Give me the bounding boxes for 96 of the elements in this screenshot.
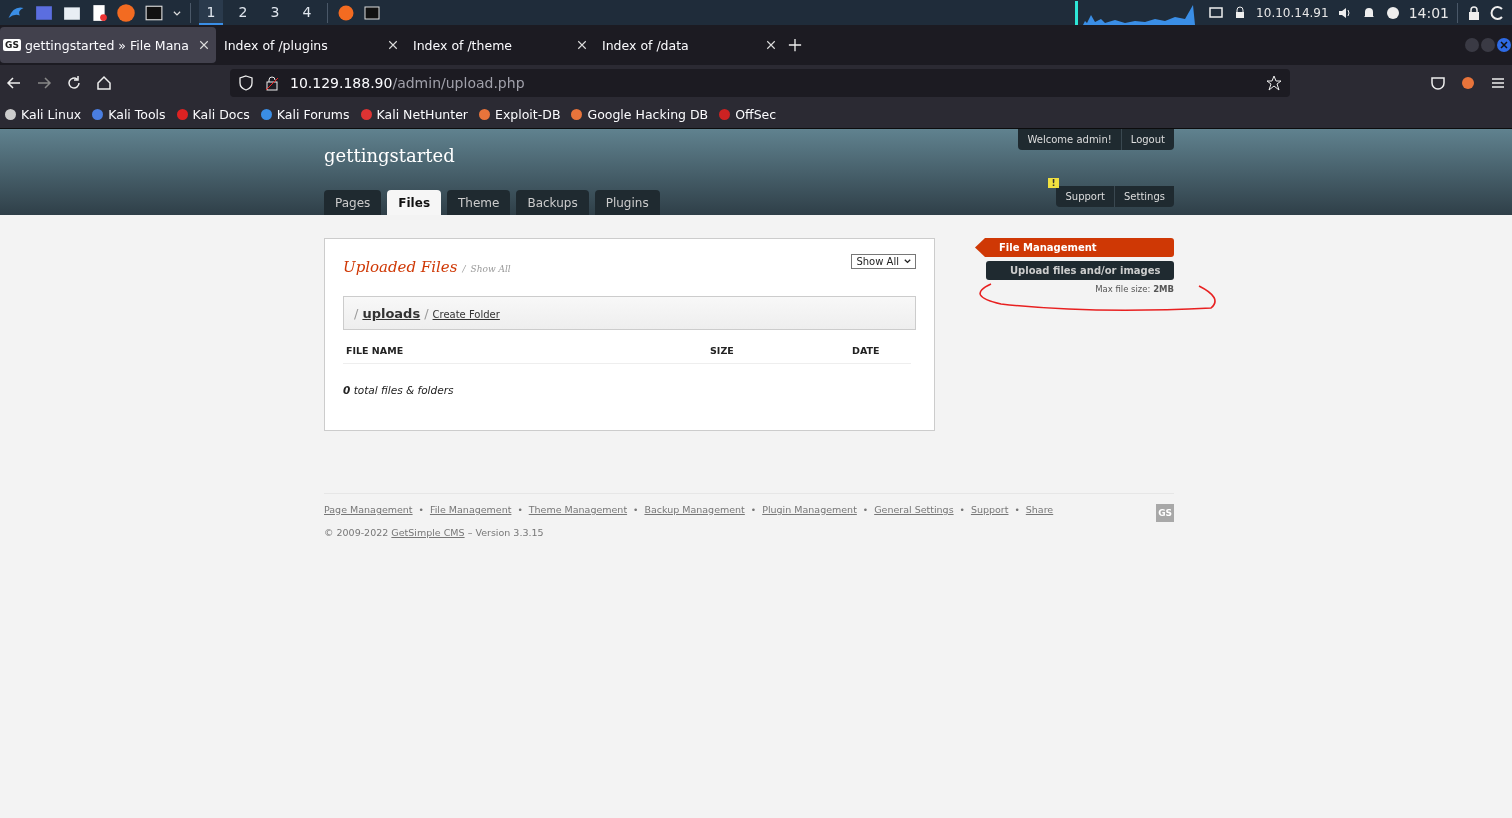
close-icon[interactable] <box>387 39 399 51</box>
lock-icon <box>264 75 280 91</box>
ip-address: 10.10.14.91 <box>1256 5 1329 20</box>
bookmark-icon <box>359 108 373 121</box>
panel-title: Uploaded Files / Show All <box>343 257 511 276</box>
column-header: SIZE <box>710 345 735 356</box>
bullet: • <box>959 504 965 515</box>
sidebar-item[interactable]: File Management <box>975 238 1174 257</box>
header-link[interactable]: Welcome admin! <box>1018 129 1121 150</box>
url-text: 10.129.188.90/admin/upload.php <box>290 75 525 91</box>
workspace-tab[interactable]: 2 <box>231 0 255 25</box>
browser-tab[interactable]: Index of /data <box>599 27 783 63</box>
workspace-tab[interactable]: 4 <box>295 0 319 25</box>
footer-link[interactable]: Plugin Management <box>762 504 857 515</box>
footer-link[interactable]: General Settings <box>874 504 954 515</box>
header-link[interactable]: Support <box>1056 186 1114 207</box>
monitor-icon[interactable] <box>1208 4 1225 21</box>
bookmark[interactable]: Kali Tools <box>91 107 166 122</box>
column-header: DATE <box>852 345 881 356</box>
back-icon[interactable] <box>6 75 22 91</box>
copyright-text: © 2009-2022 <box>324 527 389 538</box>
browser-tab[interactable]: Index of /plugins <box>221 27 405 63</box>
tab-title: Index of /data <box>602 37 690 53</box>
create-folder-link[interactable]: Create Folder <box>432 308 500 320</box>
alert-badge: ! <box>1048 178 1059 188</box>
tab-title: gettingstarted » File Mana <box>24 37 190 53</box>
bookmark[interactable]: Kali Forums <box>259 107 350 122</box>
plus-icon[interactable] <box>788 38 802 52</box>
forward-icon[interactable] <box>36 75 52 91</box>
footer-logo: GS <box>1156 504 1174 522</box>
address-bar[interactable]: 10.129.188.90/admin/upload.php <box>230 69 1290 97</box>
bullet: • <box>517 504 523 515</box>
bookmark-icon <box>718 108 732 121</box>
bookmark-icon <box>4 108 17 121</box>
bookmark-icon <box>259 108 273 121</box>
browser-tab[interactable]: GS gettingstarted » File Mana <box>0 27 216 63</box>
nav-tab[interactable]: Files <box>387 190 442 215</box>
bullet: • <box>750 504 757 515</box>
column-header: FILE NAME <box>346 345 405 356</box>
max-file-size: Max file size: 2MB <box>1094 284 1174 294</box>
bookmark[interactable]: Kali NetHunter <box>359 107 468 122</box>
bookmark-icon <box>175 108 189 121</box>
nav-tab[interactable]: Pages <box>324 190 382 215</box>
terminal-icon[interactable] <box>364 4 380 21</box>
footer-link[interactable]: File Management <box>429 504 512 515</box>
browser-tab[interactable]: Index of /theme <box>410 27 594 63</box>
breadcrumb-separator: / <box>424 305 429 321</box>
sidebar-item[interactable]: Upload files and/or images <box>986 261 1174 280</box>
pocket-icon[interactable] <box>1430 75 1446 91</box>
workspace-tab[interactable]: 1 <box>199 0 223 25</box>
workspace-tab[interactable]: 3 <box>263 0 287 25</box>
tab-title: Index of /plugins <box>224 37 329 53</box>
footer-link[interactable]: Support <box>970 504 1009 515</box>
star-icon[interactable] <box>1266 75 1282 91</box>
bookmark-icon <box>478 108 491 121</box>
close-icon[interactable] <box>765 39 777 51</box>
bullet: • <box>862 504 869 515</box>
chevron-down-icon <box>903 257 912 266</box>
clock: 14:01 <box>1408 4 1449 21</box>
folder-link[interactable]: uploads <box>362 305 421 321</box>
document-icon[interactable] <box>90 3 108 22</box>
bookmark[interactable]: Google Hacking DB <box>570 107 709 122</box>
version-text: – Version 3.3.15 <box>467 527 544 538</box>
header-link[interactable]: Settings <box>1114 186 1174 207</box>
nav-tab[interactable]: Backups <box>516 190 589 215</box>
bullet: • <box>418 504 424 515</box>
filter-select[interactable]: Show All <box>851 254 916 269</box>
bookmark-icon <box>570 108 584 121</box>
close-icon[interactable] <box>198 39 210 51</box>
tab-title: Index of /theme <box>413 37 513 53</box>
reload-icon[interactable] <box>66 75 82 91</box>
lock-icon[interactable] <box>1466 4 1482 21</box>
footer-link[interactable]: Page Management <box>324 504 413 515</box>
cms-link[interactable]: GetSimple CMS <box>391 527 465 538</box>
footer-link[interactable]: Share <box>1025 504 1054 515</box>
breadcrumb-separator: / <box>354 305 359 321</box>
nav-tab[interactable]: Theme <box>447 190 511 215</box>
terminal-icon[interactable] <box>144 3 164 22</box>
files-summary: 0 total files & folders <box>343 384 455 396</box>
footer-link[interactable]: Backup Management <box>644 504 745 515</box>
bookmark[interactable]: OffSec <box>718 107 777 122</box>
bookmark[interactable]: Exploit-DB <box>478 107 561 122</box>
favicon: GS <box>3 39 21 51</box>
bookmark[interactable]: Kali Linux <box>4 107 82 122</box>
bullet: • <box>1014 504 1020 515</box>
bullet: • <box>633 504 639 515</box>
header-link[interactable]: Logout <box>1120 129 1174 150</box>
nav-tab[interactable]: Plugins <box>594 190 660 215</box>
close-icon[interactable] <box>576 39 588 51</box>
shield-icon <box>238 75 254 91</box>
bookmark-icon <box>91 108 105 121</box>
site-title: gettingstarted <box>324 145 455 166</box>
menu-icon[interactable] <box>1490 75 1506 91</box>
bookmark[interactable]: Kali Docs <box>175 107 250 122</box>
footer-link[interactable]: Theme Management <box>528 504 628 515</box>
home-icon[interactable] <box>96 75 112 91</box>
